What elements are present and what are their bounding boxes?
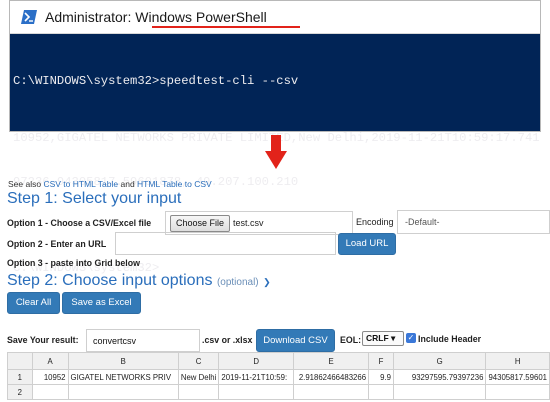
csv-to-html-link[interactable]: CSV to HTML Table xyxy=(43,179,118,189)
step2-title: Step 2: Choose input options xyxy=(7,272,213,289)
grid-cell[interactable]: New Delhi xyxy=(177,369,220,385)
chevron-down-icon[interactable]: ❯ xyxy=(263,277,271,287)
clear-all-button[interactable]: Clear All xyxy=(7,292,60,314)
see-also-line: See also CSV to HTML Table and HTML Tabl… xyxy=(8,179,212,189)
column-header[interactable]: H xyxy=(485,352,550,370)
eol-select[interactable]: CRLF ▾ xyxy=(362,331,404,346)
include-header-checkbox[interactable]: ✓ xyxy=(406,333,416,343)
load-url-button[interactable]: Load URL xyxy=(338,233,396,255)
download-csv-button[interactable]: Download CSV xyxy=(256,329,335,352)
grid-cell[interactable] xyxy=(368,384,394,400)
column-header[interactable]: A xyxy=(31,352,69,370)
grid-cell[interactable]: 9.9 xyxy=(368,369,394,385)
grid-cell[interactable]: 93297595.79397236 xyxy=(392,369,487,385)
row-number[interactable]: 2 xyxy=(7,384,33,400)
encoding-label: Encoding xyxy=(356,217,394,227)
eol-label: EOL: xyxy=(340,335,362,345)
step1-heading: Step 1: Select your input xyxy=(7,190,182,207)
file-name: test.csv xyxy=(233,218,264,228)
grid-cell[interactable] xyxy=(218,384,295,400)
down-arrow-icon xyxy=(265,135,287,169)
column-header[interactable]: B xyxy=(67,352,179,370)
grid-cell[interactable] xyxy=(293,384,370,400)
grid-cell[interactable] xyxy=(392,384,487,400)
grid-corner[interactable] xyxy=(7,352,33,370)
table-row: 1 10952 GIGATEL NETWORKS PRIV New Delhi … xyxy=(7,369,550,385)
column-header[interactable]: E xyxy=(293,352,370,370)
column-header[interactable]: G xyxy=(392,352,487,370)
and-text: and xyxy=(120,179,135,189)
grid-cell[interactable]: 2019-11-21T10:59: xyxy=(218,369,295,385)
column-header[interactable]: C xyxy=(177,352,220,370)
grid-cell[interactable]: 94305817.59601 xyxy=(485,369,550,385)
option3-label: Option 3 - paste into Grid below xyxy=(7,258,140,268)
grid-cell[interactable] xyxy=(31,384,69,400)
step2-heading: Step 2: Choose input options (optional) … xyxy=(7,272,271,290)
console-line: C:\WINDOWS\system32>speedtest-cli --csv xyxy=(13,73,299,88)
save-result-label: Save Your result: xyxy=(7,335,79,345)
grid-header-row: A B C D E F G H xyxy=(7,352,550,370)
powershell-title: Administrator: Windows PowerShell xyxy=(45,9,267,25)
url-input[interactable] xyxy=(115,232,336,255)
encoding-select[interactable]: -Default- xyxy=(397,210,550,234)
grid-cell[interactable]: GIGATEL NETWORKS PRIV xyxy=(67,369,179,385)
grid-cell[interactable] xyxy=(177,384,220,400)
html-to-csv-link[interactable]: HTML Table to CSV xyxy=(137,179,212,189)
include-header-label: Include Header xyxy=(418,334,482,344)
grid-cell[interactable] xyxy=(485,384,550,400)
result-filename-input[interactable]: convertcsv xyxy=(86,329,200,352)
powershell-icon xyxy=(21,10,37,24)
save-excel-button[interactable]: Save as Excel xyxy=(62,292,141,314)
grid-cell[interactable]: 2.91862466483266 xyxy=(293,369,370,385)
column-header[interactable]: F xyxy=(368,352,394,370)
powershell-window: Administrator: Windows PowerShell C:\WIN… xyxy=(9,0,541,275)
option1-label: Option 1 - Choose a CSV/Excel file xyxy=(7,218,152,228)
choose-file-button[interactable]: Choose File xyxy=(170,215,231,232)
column-header[interactable]: D xyxy=(218,352,295,370)
eol-value: CRLF xyxy=(366,333,389,343)
grid-cell[interactable] xyxy=(67,384,179,400)
data-grid[interactable]: A B C D E F G H 1 10952 GIGATEL NETWORKS… xyxy=(7,352,550,400)
option2-label: Option 2 - Enter an URL xyxy=(7,239,107,249)
row-number[interactable]: 1 xyxy=(7,369,33,385)
optional-toggle[interactable]: (optional) xyxy=(217,277,259,288)
extension-label: .csv or .xlsx xyxy=(202,335,253,345)
see-also-label: See also xyxy=(8,179,42,189)
powershell-titlebar[interactable]: Administrator: Windows PowerShell xyxy=(10,1,540,34)
table-row: 2 xyxy=(7,384,550,400)
grid-cell[interactable]: 10952 xyxy=(31,369,69,385)
